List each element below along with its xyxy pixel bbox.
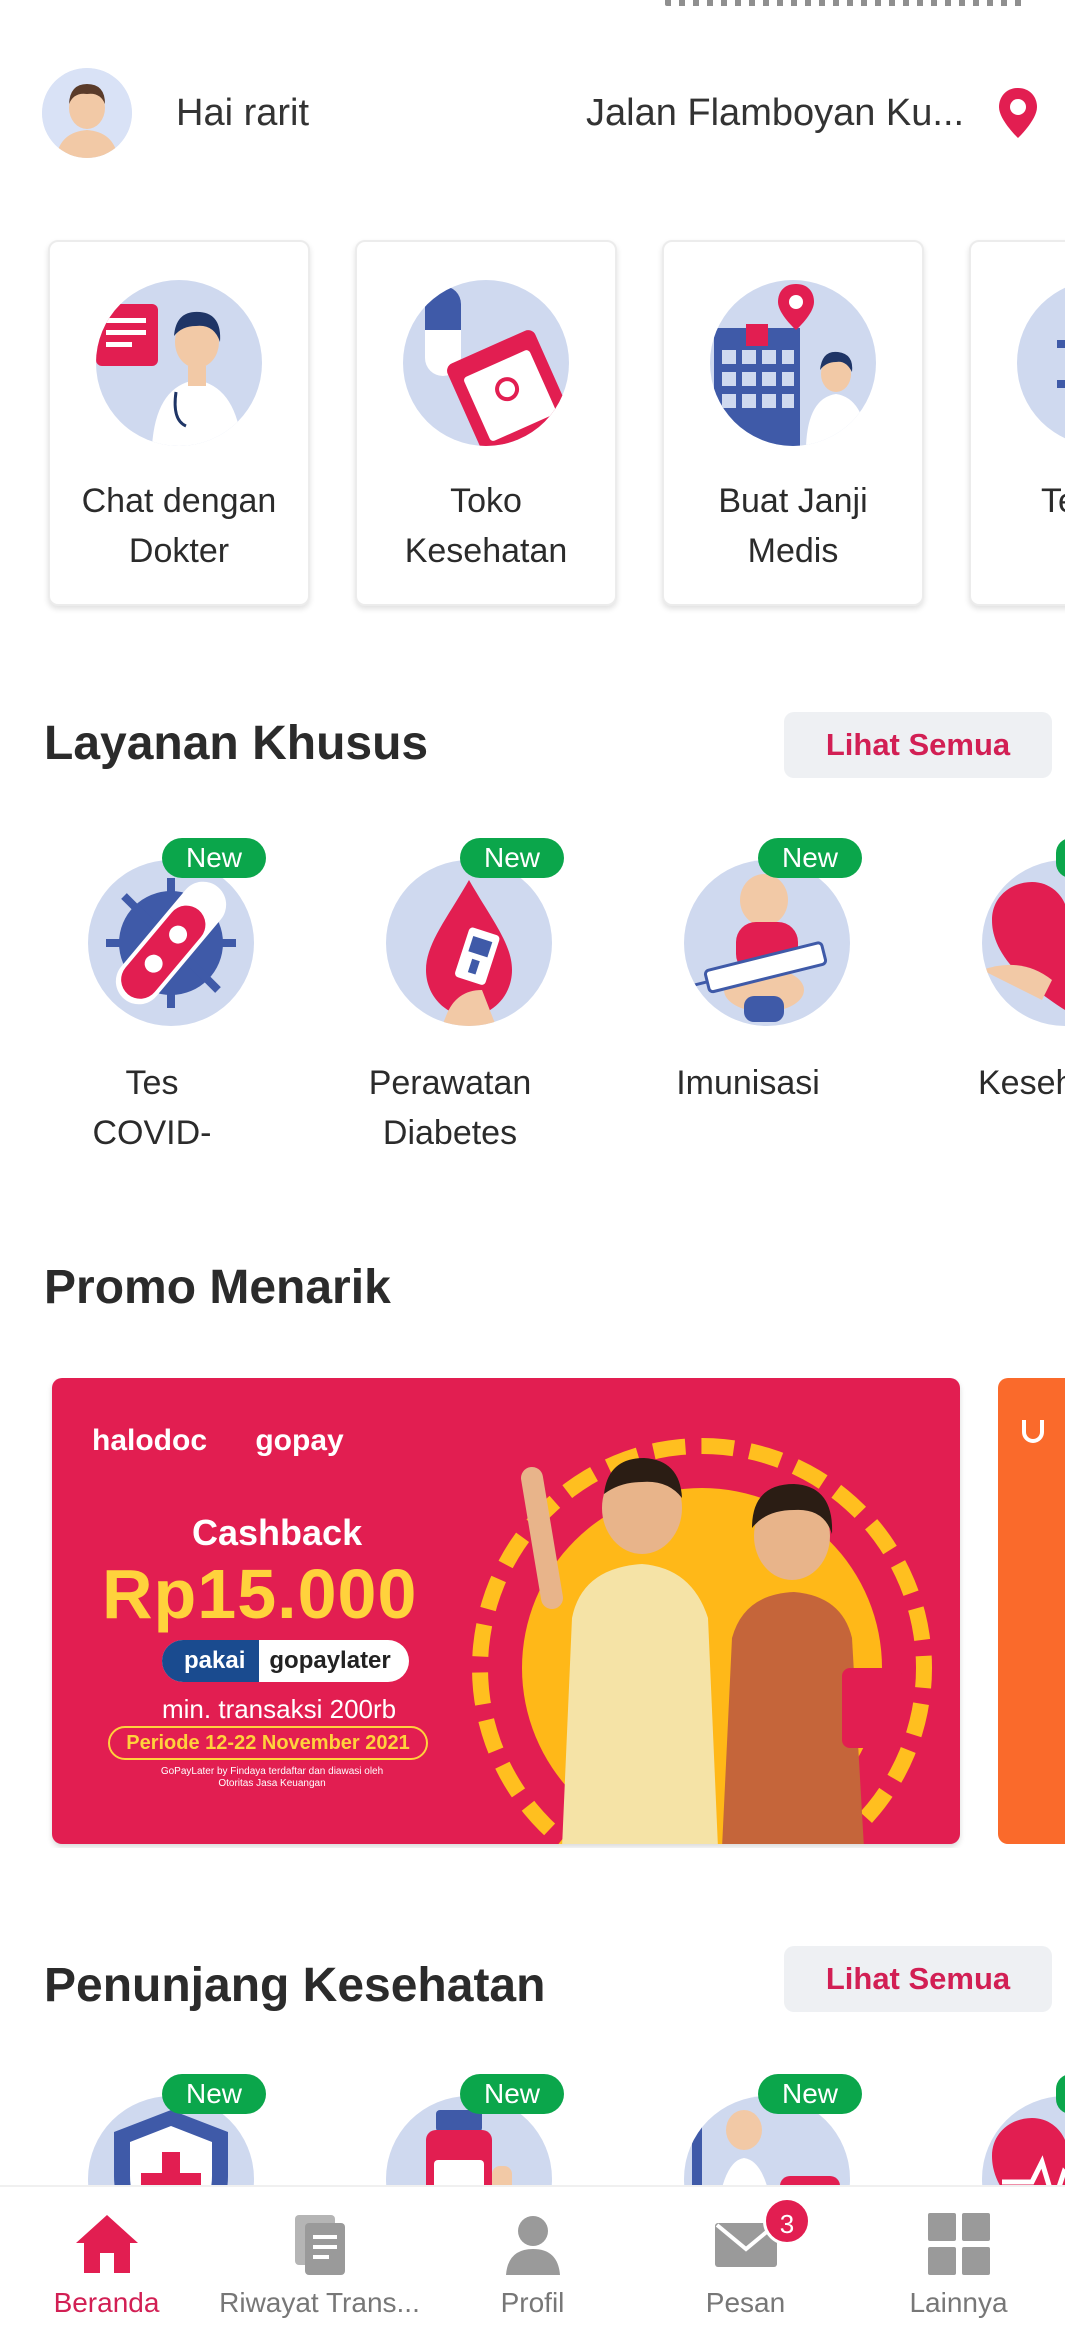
diabetes-care-icon [386,860,552,1026]
nav-home[interactable]: Beranda [0,2187,213,2332]
pay-method: gopaylater [269,1647,391,1674]
promo-brands: halodoc gopay [92,1424,384,1458]
promo-headline: Cashback [192,1512,363,1553]
address-text[interactable]: Jalan Flamboyan Ku... [586,92,966,135]
health-support-list: New New New [0,2074,1065,2185]
category-label: Keseh Jant [978,1064,1065,1102]
status-bar [0,0,1065,14]
promo-period: Periode 12-22 November 2021 [108,1726,428,1760]
nav-more[interactable]: Lainnya [852,2187,1065,2332]
promo-banner[interactable]: halodoc gopay Cashback Rp15.000 pakai go… [52,1378,960,1844]
greeting-text: Hai rarit [176,92,310,134]
nav-label: Riwayat Trans... [219,2287,420,2318]
history-icon [295,2215,345,2275]
special-services-list: New Tes COVID-19 New Perawatan Diabetes [0,838,1065,1158]
hospital-appointment-icon [710,280,876,446]
health-support-title: Penunjang Kesehatan [44,1959,546,2012]
gopay-logo: gopay [255,1424,344,1457]
special-services-title: Layanan Khusus [44,717,429,770]
promo-title: Promo Menarik [44,1261,391,1314]
promo-banner-next[interactable] [998,1378,1065,1844]
service-label: Buat Janji Medis [718,482,868,570]
service-card-health-store[interactable]: Toko Kesehatan [355,240,617,606]
promo-carousel: halodoc gopay Cashback Rp15.000 pakai go… [0,1378,1065,1848]
service-label: Toko Kesehatan [404,482,568,570]
nav-label: Lainnya [909,2287,1008,2318]
nav-profile[interactable]: Profil [426,2187,639,2332]
nav-label: Profil [500,2287,565,2318]
pay-prefix: pakai [162,1640,260,1682]
promo-amount: Rp15.000 [102,1555,418,1633]
category-label: Perawatan Diabetes [368,1064,532,1152]
heart-rate-icon [982,2096,1065,2185]
service-label: Te [1041,482,1065,520]
new-badge: New [162,2074,266,2114]
doctor-chat-icon [96,280,262,446]
special-services-see-all-button[interactable]: Lihat Semua [784,712,1052,778]
service-card-appointment[interactable]: Buat Janji Medis [662,240,924,606]
partial-service-icon [1017,280,1065,446]
main-services: Chat dengan Dokter Toko Kesehatan Buat J… [0,238,1065,618]
halodoc-logo: halodoc [92,1424,208,1457]
category-label: Tes COVID-19 [92,1064,212,1152]
category-label: Imunisasi [676,1064,820,1102]
new-badge: New [162,838,266,878]
new-badge: New [758,838,862,878]
nav-label: Beranda [53,2287,160,2318]
avatar-icon [42,68,132,158]
min-transaction: min. transaksi 200rb [162,1694,397,1724]
service-card-partial[interactable]: Te [969,240,1065,606]
health-support-see-all-button[interactable]: Lihat Semua [784,1946,1052,2012]
nav-history[interactable]: Riwayat Trans... [213,2187,426,2332]
unread-badge: 3 [763,2197,811,2245]
immunization-icon [684,860,850,1026]
status-icons [665,0,1025,6]
grid-icon [928,2213,990,2275]
location-pin-icon[interactable] [996,86,1040,140]
promo-people-illustration [521,1458,902,1844]
halodoc-logo-icon [1022,1420,1044,1443]
nav-label: Pesan [705,2287,786,2318]
pharmacy-icon [403,280,569,446]
covid-test-icon [88,860,254,1026]
payment-pill: pakai gopaylater [162,1640,409,1682]
promo-fineprint: GoPayLater by Findaya terdaftar dan diaw… [160,1766,384,1789]
new-badge: New [758,2074,862,2114]
avatar[interactable] [42,68,132,158]
heart-health-icon [982,860,1065,1026]
new-badge: New [460,838,564,878]
service-card-chat-doctor[interactable]: Chat dengan Dokter [48,240,310,606]
new-badge: New [460,2074,564,2114]
profile-icon [506,2216,560,2275]
home-icon [76,2215,138,2273]
service-label: Chat dengan Dokter [81,482,277,570]
bottom-nav: Beranda Riwayat Trans... Profil 3 Pesan … [0,2185,1065,2332]
header: Hai rarit Jalan Flamboyan Ku... [0,48,1065,178]
nav-messages[interactable]: 3 Pesan [639,2187,852,2332]
